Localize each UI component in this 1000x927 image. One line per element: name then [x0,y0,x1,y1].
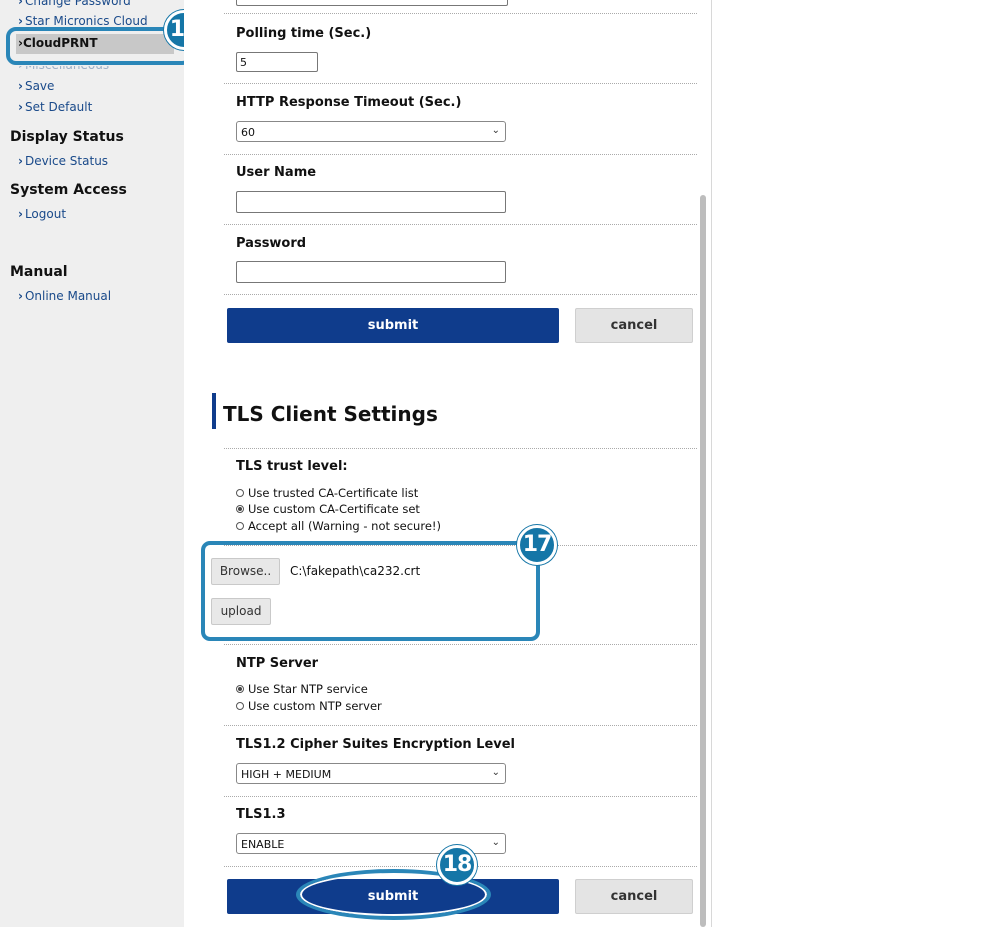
heading-display-status: Display Status [10,129,124,145]
heading-system-access: System Access [10,182,127,198]
content-panel: Polling time (Sec.) HTTP Response Timeou… [184,0,712,927]
tls-cancel-button[interactable]: cancel [575,879,693,914]
chevron-right-icon: › [18,100,23,114]
chevron-right-icon: › [18,14,23,28]
row-divider [224,0,697,867]
sidebar: › Change Password › Star Micronics Cloud ›… [0,0,204,927]
heading-manual: Manual [10,264,68,280]
callout-18: 18 [437,845,477,885]
nav-logout[interactable]: › Logout [18,207,66,221]
nav-online-manual[interactable]: › Online Manual [18,289,111,303]
scrollbar[interactable] [700,195,706,927]
chevron-right-icon: › [18,0,23,8]
chevron-right-icon: › [18,79,23,93]
chevron-right-icon: › [18,154,23,168]
section-accent-bar [212,393,216,429]
nav-device-status[interactable]: › Device Status [18,154,108,168]
nav-save[interactable]: › Save [18,79,54,93]
nav-star-micronics-cloud[interactable]: › Star Micronics Cloud [18,14,148,28]
chevron-right-icon: › [18,289,23,303]
nav-change-password[interactable]: › Change Password [18,0,131,8]
nav-set-default[interactable]: › Set Default [18,100,92,114]
chevron-right-icon: › [18,207,23,221]
